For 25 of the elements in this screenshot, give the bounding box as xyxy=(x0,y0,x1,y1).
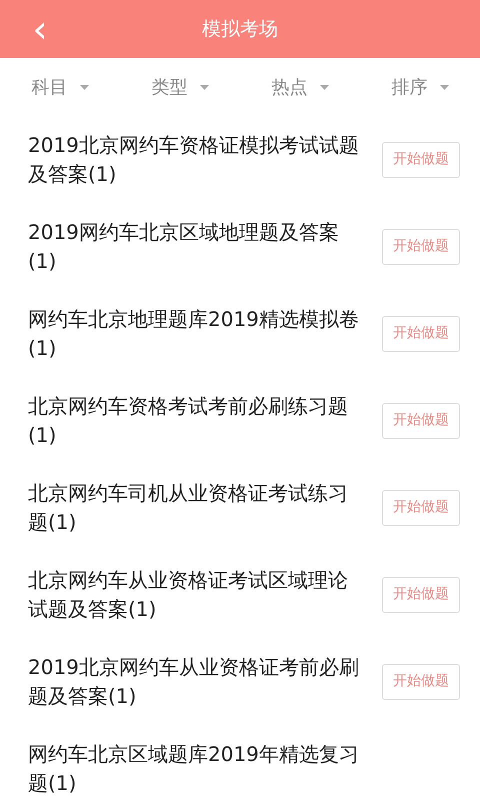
exam-title: 2019网约车北京区域地理题及答案(1) xyxy=(28,218,340,274)
filter-dropdown[interactable]: 类型 xyxy=(120,74,240,100)
back-button[interactable]: ‹ xyxy=(28,10,52,48)
start-button[interactable]: 开始做题 xyxy=(382,316,460,352)
filter-dropdown[interactable]: 热点 xyxy=(240,74,360,100)
caret-icon xyxy=(320,84,328,90)
filter-dropdown[interactable]: 排序 xyxy=(360,74,480,100)
start-button[interactable]: 开始做题 xyxy=(382,228,460,264)
start-button[interactable]: 开始做题 xyxy=(382,142,460,178)
exam-title: 北京网约车司机从业资格证考试练习题(1) xyxy=(28,480,349,536)
exam-title: 2019北京网约车资格证模拟考试试题及答案(1) xyxy=(28,132,360,188)
exam-title: 北京网约车从业资格证考试区域理论试题及答案(1) xyxy=(28,566,349,622)
caret-icon xyxy=(200,84,208,90)
exam-title: 网约车北京地理题库2019精选模拟卷(1) xyxy=(28,306,360,362)
start-button[interactable]: 开始做题 xyxy=(382,576,460,612)
caret-icon xyxy=(440,84,448,90)
start-button[interactable]: 开始做题 xyxy=(382,402,460,438)
exam-title: 网约车北京区域题库2019年精选复习题(1) xyxy=(28,740,360,796)
exam-title: 2019北京网约车从业资格证考前必刷题及答案(1) xyxy=(28,654,360,710)
filter-dropdown[interactable]: 科目 xyxy=(0,74,120,100)
start-button[interactable]: 开始做题 xyxy=(382,664,460,700)
caret-icon xyxy=(80,84,88,90)
exam-title: 北京网约车资格考试考前必刷练习题(1) xyxy=(28,392,349,448)
start-button[interactable]: 开始做题 xyxy=(382,490,460,526)
page-title: 模拟考场 xyxy=(202,16,278,42)
